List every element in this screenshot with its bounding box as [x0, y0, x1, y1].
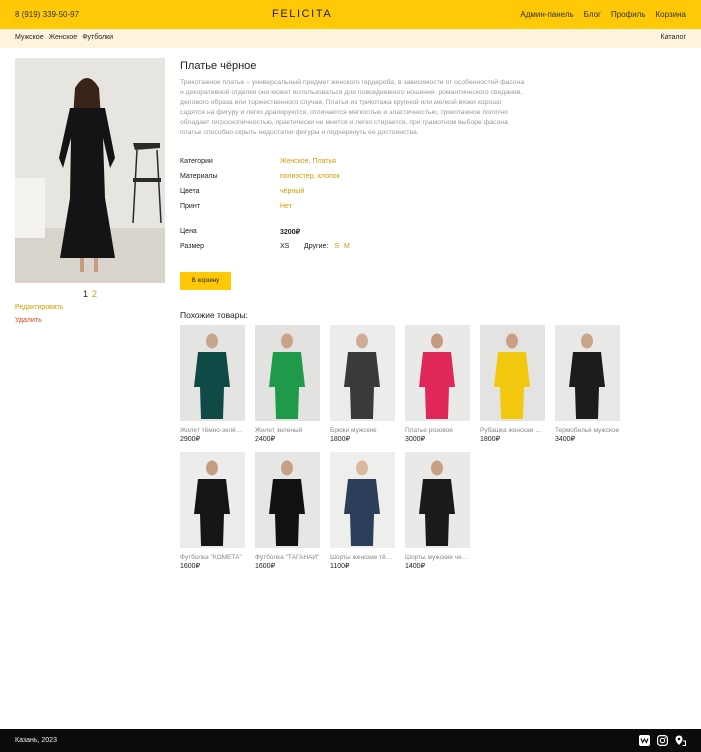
similar-product-price: 1400₽	[405, 563, 426, 570]
product-properties: Категории Женское, Платья Материалы поли…	[180, 158, 340, 218]
similar-product-card[interactable]: Шорты женские тёмно-синие 1100₽	[330, 452, 396, 577]
delete-link[interactable]: Удалить	[15, 317, 42, 324]
similar-product-card[interactable]: Рубашка женская желтая 1800₽	[480, 325, 546, 450]
add-to-cart-button[interactable]: В корзину	[180, 272, 231, 290]
similar-product-card[interactable]: Термобельё мужское 3400₽	[555, 325, 621, 450]
similar-product-image[interactable]	[405, 452, 470, 548]
similar-product-price: 1100₽	[330, 563, 350, 570]
prop-label: Цвета	[180, 188, 200, 195]
product-description: Трикотажное платье – универсальный предм…	[180, 79, 525, 136]
prop-materials: Материалы полиэстер, хлопок	[180, 173, 340, 188]
prop-value-colors[interactable]: чёрный	[280, 188, 304, 195]
phone-number[interactable]: 8 (919) 339-50-97	[15, 10, 79, 19]
similar-product-name[interactable]: Футболка "КОМЕТА"	[180, 554, 245, 561]
similar-product-image[interactable]	[555, 325, 620, 421]
price-value: 3200₽	[280, 229, 301, 236]
nav-profile[interactable]: Профиль	[611, 10, 646, 19]
similar-product-image[interactable]	[180, 452, 245, 548]
size-label: Размер	[180, 243, 205, 250]
similar-product-name[interactable]: Платье розовое	[405, 427, 470, 434]
similar-product-price: 1600₽	[255, 563, 276, 570]
prop-label: Принт	[180, 203, 200, 210]
vk-icon[interactable]	[639, 735, 650, 746]
instagram-icon[interactable]	[657, 735, 668, 746]
category-bar: Мужское Женское Футболки Каталог	[0, 29, 701, 48]
similar-product-image[interactable]	[255, 452, 320, 548]
similar-product-name[interactable]: Брюки мужские	[330, 427, 395, 434]
footer-social-icons	[639, 735, 686, 746]
similar-product-image[interactable]	[330, 325, 395, 421]
price-label: Цена	[180, 228, 197, 235]
category-men[interactable]: Мужское	[15, 34, 44, 41]
similar-product-price: 1800₽	[480, 436, 501, 443]
similar-product-price: 2900₽	[180, 436, 201, 443]
similar-product-price: 1600₽	[180, 563, 201, 570]
nav-blog[interactable]: Блог	[584, 10, 601, 19]
product-title: Платье чёрное	[180, 60, 257, 72]
size-current: XS	[280, 243, 290, 250]
site-logo[interactable]: FELICITA	[272, 8, 332, 20]
nav-admin-panel[interactable]: Админ-панель	[520, 10, 573, 19]
size-row: Размер XS Другие: S M	[180, 243, 355, 250]
catalog-link[interactable]: Каталог	[661, 34, 686, 41]
similar-product-name[interactable]: Шорты мужские черные	[405, 554, 470, 561]
footer-city: Казань, 2023	[15, 737, 57, 744]
size-option-s[interactable]: S	[334, 243, 339, 250]
similar-product-card[interactable]: Шорты мужские черные 1400₽	[405, 452, 471, 577]
similar-product-card[interactable]: Платье розовое 3000₽	[405, 325, 471, 450]
category-tshirts[interactable]: Футболки	[82, 34, 113, 41]
photo-pager: 1 2	[83, 289, 97, 299]
nav-cart[interactable]: Корзина	[656, 10, 686, 19]
prop-value-categories[interactable]: Женское, Платья	[280, 158, 336, 165]
similar-product-card[interactable]: Футболка "КОМЕТА" 1600₽	[180, 452, 246, 577]
similar-products-title: Похожие товары:	[180, 310, 248, 320]
prop-label: Категории	[180, 158, 213, 165]
header-nav: Админ-панель Блог Профиль Корзина	[520, 10, 686, 19]
similar-product-price: 3400₽	[555, 436, 576, 443]
prop-print: Принт Нет	[180, 203, 340, 218]
edit-link[interactable]: Редактировать	[15, 304, 63, 311]
similar-product-image[interactable]	[330, 452, 395, 548]
similar-product-name[interactable]: Шорты женские тёмно-синие	[330, 554, 395, 561]
similar-product-price: 2400₽	[255, 436, 276, 443]
similar-product-image[interactable]	[480, 325, 545, 421]
map-pin-icon[interactable]	[675, 735, 686, 746]
product-photo-image	[15, 58, 165, 283]
prop-value-print[interactable]: Нет	[280, 203, 292, 210]
prop-label: Материалы	[180, 173, 218, 180]
category-women[interactable]: Женское	[49, 34, 78, 41]
similar-product-card[interactable]: Футболка "ТАГАНАЙ" 1600₽	[255, 452, 321, 577]
similar-product-name[interactable]: Жилет зеленый	[255, 427, 320, 434]
similar-product-image[interactable]	[405, 325, 470, 421]
price-row: Цена 3200₽	[180, 228, 300, 236]
similar-product-card[interactable]: Жилет зеленый 2400₽	[255, 325, 321, 450]
similar-product-card[interactable]: Жилет тёмно-зелёный 2900₽	[180, 325, 246, 450]
size-others-label: Другие:	[304, 243, 329, 250]
similar-product-price: 3000₽	[405, 436, 426, 443]
footer: Казань, 2023	[0, 729, 701, 752]
prop-value-materials[interactable]: полиэстер, хлопок	[280, 173, 340, 180]
similar-product-name[interactable]: Рубашка женская желтая	[480, 427, 545, 434]
top-header: 8 (919) 339-50-97 FELICITA Админ-панель …	[0, 0, 701, 29]
product-main-photo[interactable]	[15, 58, 165, 283]
similar-product-name[interactable]: Термобельё мужское	[555, 427, 620, 434]
similar-product-name[interactable]: Жилет тёмно-зелёный	[180, 427, 245, 434]
similar-product-price: 1800₽	[330, 436, 351, 443]
photo-page-1[interactable]: 1	[83, 289, 88, 299]
similar-product-image[interactable]	[180, 325, 245, 421]
similar-product-name[interactable]: Футболка "ТАГАНАЙ"	[255, 554, 320, 561]
similar-product-card[interactable]: Брюки мужские 1800₽	[330, 325, 396, 450]
size-option-m[interactable]: M	[344, 243, 350, 250]
category-links: Мужское Женское Футболки	[15, 34, 113, 41]
prop-colors: Цвета чёрный	[180, 188, 340, 203]
similar-product-image[interactable]	[255, 325, 320, 421]
photo-page-2[interactable]: 2	[92, 289, 97, 299]
prop-categories: Категории Женское, Платья	[180, 158, 340, 173]
